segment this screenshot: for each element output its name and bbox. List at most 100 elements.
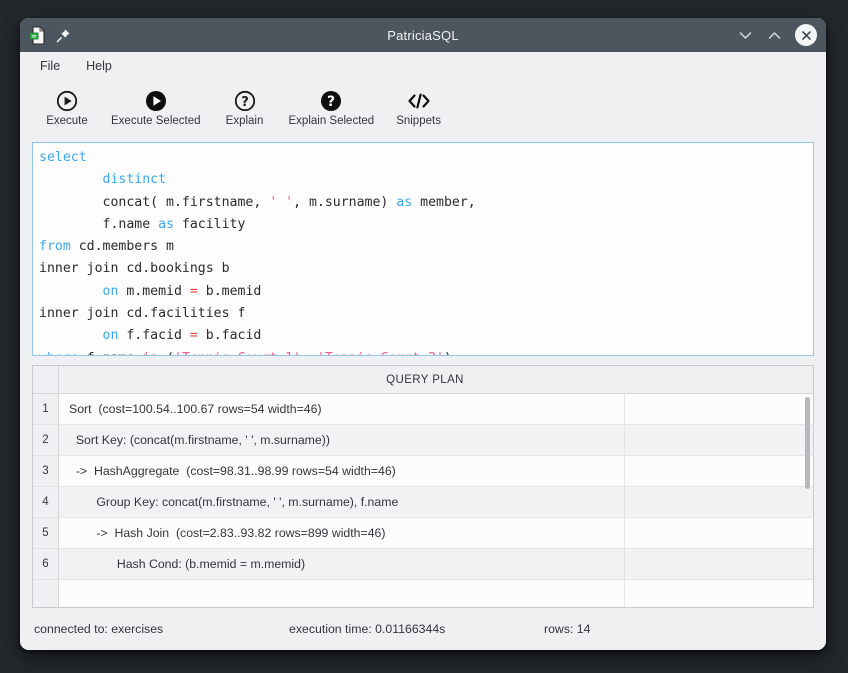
sql-token: inner join cd.facilities f [39, 306, 245, 321]
sql-editor[interactable]: select distinct concat( m.firstname, ' '… [32, 142, 814, 356]
question-circle-filled-icon: ? [320, 90, 342, 112]
query-plan-header-row: QUERY PLAN [33, 366, 813, 394]
status-connection: connected to: exercises [34, 622, 289, 636]
code-brackets-icon [406, 90, 432, 112]
sql-token: b.facid [198, 328, 262, 343]
application-window: PatriciaSQL [20, 18, 826, 650]
query-plan-row[interactable] [33, 580, 813, 607]
status-execution-time: execution time: 0.01166344s [289, 622, 544, 636]
query-plan-row-filler [625, 487, 813, 517]
sql-token: facility [174, 217, 245, 232]
query-plan-scrollbar-thumb[interactable] [805, 397, 810, 489]
execute-button[interactable]: Execute [36, 88, 98, 129]
sql-line: select [39, 147, 807, 169]
execute-button-label: Execute [46, 115, 88, 127]
window-title: PatriciaSQL [20, 28, 826, 43]
query-plan-row-text[interactable]: Group Key: concat(m.firstname, ' ', m.su… [59, 487, 625, 517]
execute-selected-button-label: Execute Selected [111, 115, 201, 127]
sql-token: on [103, 284, 119, 299]
desktop-background: PatriciaSQL [0, 0, 848, 673]
sql-line: f.name as facility [39, 214, 807, 236]
query-plan-row-filler [625, 518, 813, 548]
close-icon[interactable] [795, 24, 817, 46]
query-plan-row-text[interactable]: -> Hash Join (cost=2.83..93.82 rows=899 … [59, 518, 625, 548]
sql-token [39, 284, 103, 299]
toolbar: Execute Execute Selected ? [20, 80, 826, 137]
query-plan-row-filler [625, 425, 813, 455]
query-plan-row[interactable]: 2 Sort Key: (concat(m.firstname, ' ', m.… [33, 425, 813, 456]
explain-selected-button-label: Explain Selected [289, 115, 375, 127]
sql-line: inner join cd.bookings b [39, 258, 807, 280]
query-plan-row-number[interactable]: 1 [33, 394, 59, 424]
query-plan-row-number[interactable]: 3 [33, 456, 59, 486]
sql-line: on f.facid = b.facid [39, 325, 807, 347]
query-plan-row-number[interactable]: 2 [33, 425, 59, 455]
query-plan-row-filler [625, 580, 813, 607]
explain-selected-button[interactable]: ? Explain Selected [280, 88, 384, 129]
sql-token: = [190, 284, 198, 299]
window-controls [737, 24, 817, 46]
sql-editor-content[interactable]: select distinct concat( m.firstname, ' '… [33, 143, 813, 356]
query-plan-row-text[interactable]: Sort (cost=100.54..100.67 rows=54 width=… [59, 394, 625, 424]
menu-item-file[interactable]: File [30, 56, 70, 76]
sql-token [39, 328, 103, 343]
sql-line: from cd.members m [39, 236, 807, 258]
query-plan-row-text[interactable]: -> HashAggregate (cost=98.31..98.99 rows… [59, 456, 625, 486]
query-plan-row-text[interactable] [59, 580, 625, 607]
query-plan-row[interactable]: 1Sort (cost=100.54..100.67 rows=54 width… [33, 394, 813, 425]
sql-token: f.name [79, 351, 143, 356]
sql-token: as [396, 195, 412, 210]
question-circle-outline-icon: ? [234, 90, 256, 112]
query-plan-row[interactable]: 3 -> HashAggregate (cost=98.31..98.99 ro… [33, 456, 813, 487]
status-bar: connected to: exercises execution time: … [20, 608, 826, 650]
sql-token: ) [444, 351, 452, 356]
sql-token: in [142, 351, 158, 356]
sql-token [39, 172, 103, 187]
menu-item-help[interactable]: Help [76, 56, 122, 76]
query-plan-row[interactable]: 6 Hash Cond: (b.memid = m.memid) [33, 549, 813, 580]
sql-token: where [39, 351, 79, 356]
sql-token: distinct [103, 172, 167, 187]
title-bar[interactable]: PatriciaSQL [20, 18, 826, 52]
query-plan-row-text[interactable]: Hash Cond: (b.memid = m.memid) [59, 549, 625, 579]
svg-text:?: ? [241, 95, 249, 110]
snippets-button[interactable]: Snippets [387, 88, 450, 129]
query-plan-row-number[interactable]: 6 [33, 549, 59, 579]
menu-bar: File Help [20, 52, 826, 80]
play-circle-filled-icon [145, 90, 167, 112]
sql-token: on [103, 328, 119, 343]
sql-token: f.name [39, 217, 158, 232]
sql-token: b.memid [198, 284, 262, 299]
sql-token: f.facid [118, 328, 189, 343]
chevron-down-icon[interactable] [737, 27, 754, 44]
query-plan-row[interactable]: 4 Group Key: concat(m.firstname, ' ', m.… [33, 487, 813, 518]
explain-button[interactable]: ? Explain [214, 88, 276, 129]
execute-selected-button[interactable]: Execute Selected [102, 88, 210, 129]
play-circle-outline-icon [56, 90, 78, 112]
query-plan-row-number[interactable] [33, 580, 59, 607]
query-plan-row-number[interactable]: 5 [33, 518, 59, 548]
snippets-button-label: Snippets [396, 115, 441, 127]
query-plan-row-text[interactable]: Sort Key: (concat(m.firstname, ' ', m.su… [59, 425, 625, 455]
query-plan-row-filler [625, 456, 813, 486]
query-plan-column-header[interactable]: QUERY PLAN [59, 374, 813, 386]
sql-line: distinct [39, 169, 807, 191]
sql-token: m.memid [118, 284, 189, 299]
sql-token: select [39, 150, 87, 165]
document-icon [29, 26, 47, 45]
query-plan-row[interactable]: 5 -> Hash Join (cost=2.83..93.82 rows=89… [33, 518, 813, 549]
svg-text:?: ? [327, 94, 335, 110]
sql-token: = [190, 328, 198, 343]
query-plan-rows: 1Sort (cost=100.54..100.67 rows=54 width… [33, 394, 813, 607]
sql-token: 'Tennis Court 2' [317, 351, 444, 356]
sql-token: 'Tennis Court 1' [174, 351, 301, 356]
query-plan-row-number[interactable]: 4 [33, 487, 59, 517]
pin-icon[interactable] [56, 28, 71, 43]
query-plan-row-filler [625, 394, 813, 424]
sql-token: inner join cd.bookings b [39, 261, 230, 276]
chevron-up-icon[interactable] [766, 27, 783, 44]
sql-line: concat( m.firstname, ' ', m.surname) as … [39, 192, 807, 214]
sql-token: , m.surname) [293, 195, 396, 210]
sql-token: ' ' [269, 195, 293, 210]
explain-button-label: Explain [226, 115, 264, 127]
